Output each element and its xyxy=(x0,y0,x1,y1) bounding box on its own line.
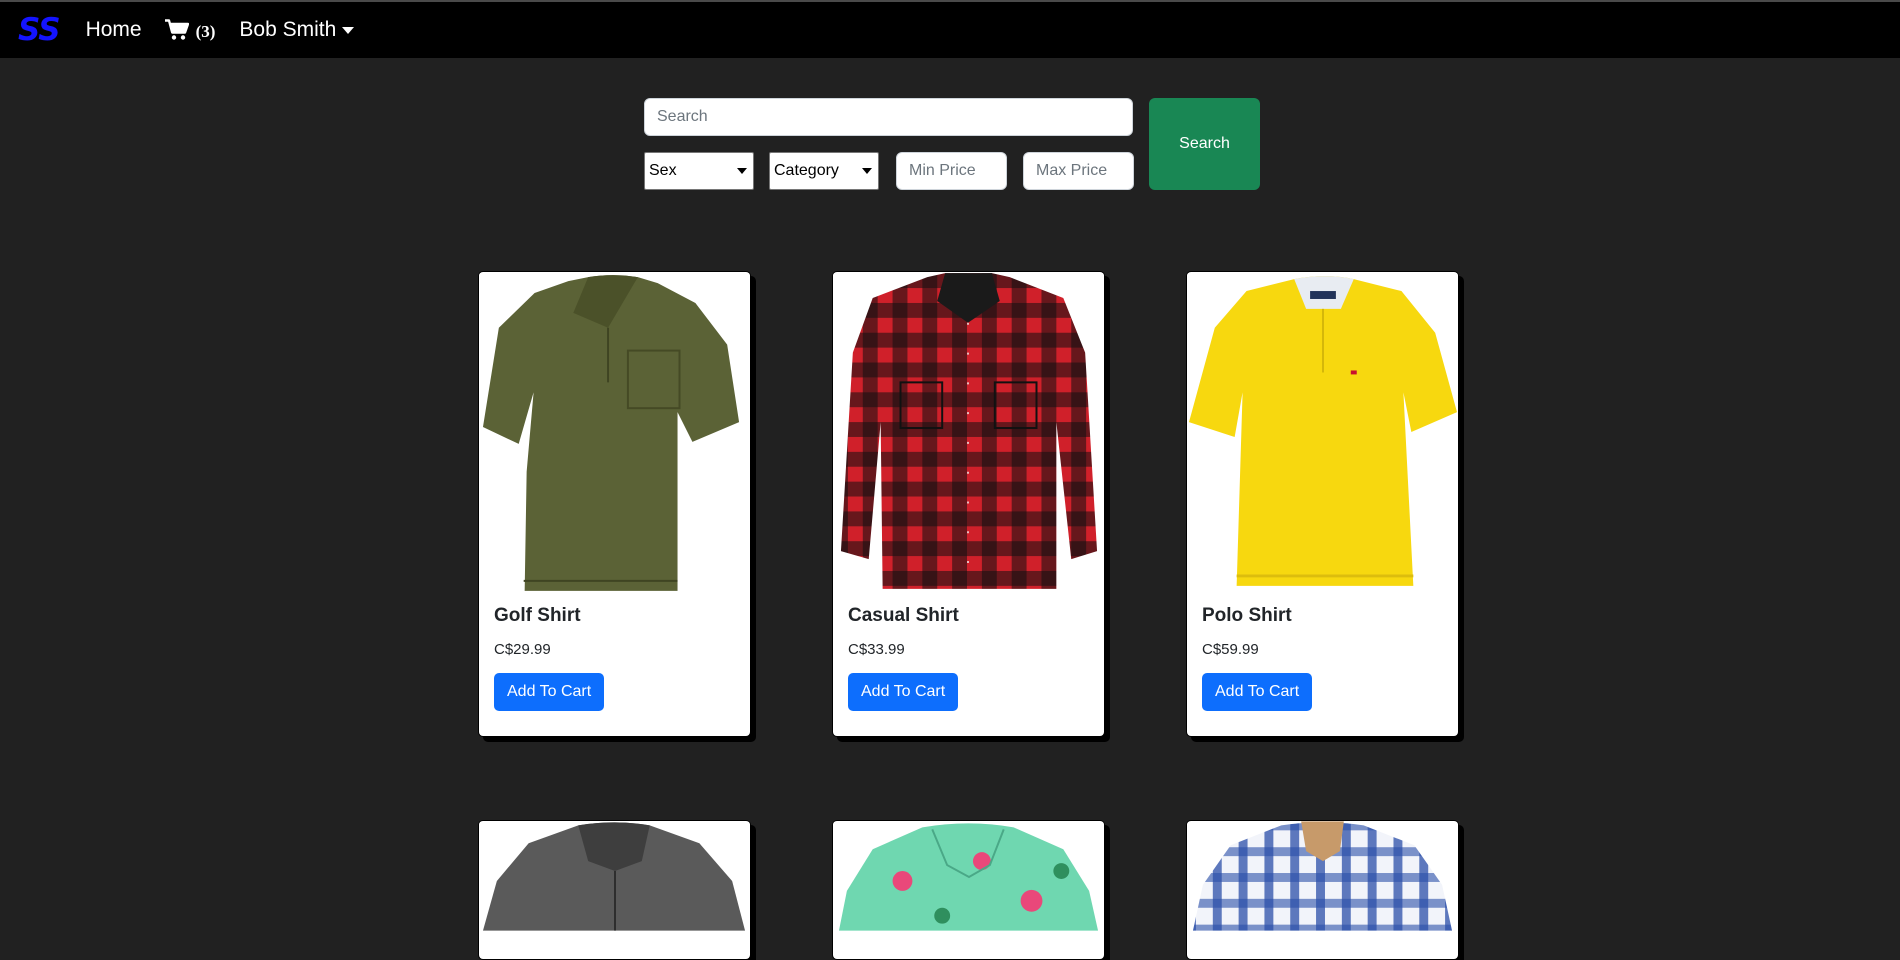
product-price: C$29.99 xyxy=(494,640,551,658)
product-card xyxy=(1186,820,1459,960)
add-to-cart-button[interactable]: Add To Cart xyxy=(848,672,959,711)
cart-link[interactable]: (3) xyxy=(164,19,216,42)
product-image-golf-shirt[interactable] xyxy=(479,272,750,593)
user-dropdown[interactable]: Bob Smith xyxy=(239,18,355,42)
search-input[interactable] xyxy=(644,98,1133,136)
search-button[interactable]: Search xyxy=(1149,98,1260,190)
category-select-value: Category xyxy=(774,162,839,179)
product-card-golf-shirt: Golf Shirt C$29.99 Add To Cart xyxy=(478,271,751,737)
sex-select-value: Sex xyxy=(649,162,677,179)
cart-count-badge: (3) xyxy=(195,21,216,41)
product-card xyxy=(832,820,1105,960)
caret-down-icon xyxy=(342,27,355,34)
navbar: SS Home (3) Bob Smith xyxy=(0,2,1900,58)
user-name: Bob Smith xyxy=(239,18,337,41)
min-price-input[interactable] xyxy=(896,152,1007,190)
chevron-down-icon xyxy=(737,168,747,174)
shopping-cart-icon xyxy=(164,19,189,40)
sex-select[interactable]: Sex xyxy=(644,152,754,190)
product-title: Casual Shirt xyxy=(848,605,959,626)
product-card-casual-shirt: Casual Shirt C$33.99 Add To Cart xyxy=(832,271,1105,737)
add-to-cart-button[interactable]: Add To Cart xyxy=(1202,672,1313,711)
product-image-grey-shirt[interactable] xyxy=(479,821,750,931)
product-card xyxy=(478,820,751,960)
product-image-plaid-shirt[interactable] xyxy=(1187,821,1458,931)
category-select[interactable]: Category xyxy=(769,152,879,190)
add-to-cart-button[interactable]: Add To Cart xyxy=(494,672,605,711)
product-image-casual-shirt[interactable] xyxy=(833,272,1104,593)
product-price: C$59.99 xyxy=(1202,640,1259,658)
product-title: Golf Shirt xyxy=(494,605,581,626)
product-card-polo-shirt: Polo Shirt C$59.99 Add To Cart xyxy=(1186,271,1459,737)
product-title: Polo Shirt xyxy=(1202,605,1292,626)
product-price: C$33.99 xyxy=(848,640,905,658)
brand-logo[interactable]: SS xyxy=(18,14,61,46)
max-price-input[interactable] xyxy=(1023,152,1134,190)
nav-home-link[interactable]: Home xyxy=(86,18,142,42)
product-image-hawaiian-shirt[interactable] xyxy=(833,821,1104,931)
chevron-down-icon xyxy=(862,168,872,174)
product-image-polo-shirt[interactable] xyxy=(1187,272,1458,593)
